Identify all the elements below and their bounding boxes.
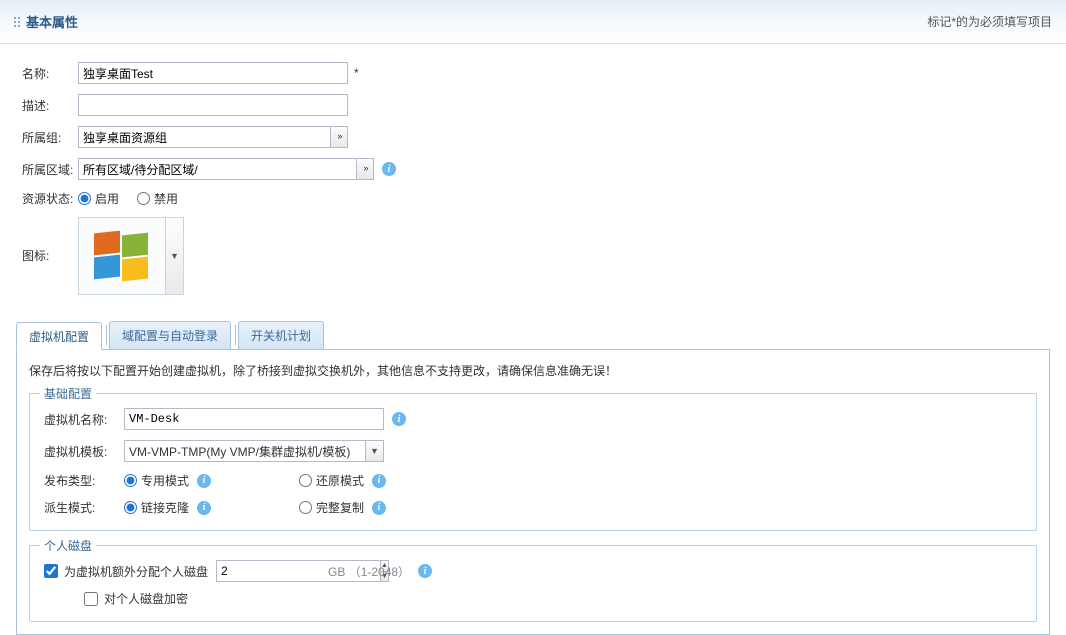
derive-mode-label: 派生模式: [44,499,124,516]
publish-type-label: 发布类型: [44,472,124,489]
tab-power-plan[interactable]: 开关机计划 [238,321,324,349]
chevron-down-icon: ▼ [365,441,383,461]
derive-linked-label: 链接克隆 [141,499,189,516]
basic-config-legend: 基础配置 [40,385,96,402]
vm-notice: 保存后将按以下配置开始创建虚拟机，除了桥接到虚拟交换机外，其他信息不支持更改，请… [29,362,1037,379]
derive-full-radio[interactable]: 完整复制 i [299,499,386,516]
tab-separator [235,325,236,345]
status-label: 资源状态: [22,190,78,207]
icon-label: 图标: [22,217,78,264]
header-left: 基本属性 [14,12,78,31]
publish-dedicated-label: 专用模式 [141,472,189,489]
area-input[interactable] [78,158,356,180]
required-note: 标记*的为必须填写项目 [927,13,1052,30]
info-icon[interactable]: i [392,412,406,426]
grip-icon [14,17,20,27]
info-icon[interactable]: i [197,501,211,515]
publish-dedicated-radio[interactable]: 专用模式 i [124,472,211,489]
vm-name-input[interactable] [124,408,384,430]
tab-vm-config[interactable]: 虚拟机配置 [16,322,102,350]
disk-encrypt-label: 对个人磁盘加密 [104,590,188,607]
info-icon[interactable]: i [372,474,386,488]
publish-restore-radio[interactable]: 还原模式 i [299,472,386,489]
derive-linked-radio[interactable]: 链接克隆 i [124,499,211,516]
desc-label: 描述: [22,97,78,114]
disk-alloc-label: 为虚拟机额外分配个人磁盘 [64,563,208,580]
name-label: 名称: [22,65,78,82]
vm-template-select[interactable]: VM-VMP-TMP(My VMP/集群虚拟机/模板) ▼ [124,440,384,462]
personal-disk-fieldset: 个人磁盘 为虚拟机额外分配个人磁盘 ▲ ▼ GB （1-2048） i 对个人磁… [29,545,1037,622]
status-disabled-label: 禁用 [154,190,178,207]
group-input[interactable] [78,126,330,148]
personal-disk-legend: 个人磁盘 [40,537,96,554]
status-disabled-radio[interactable]: 禁用 [137,190,178,207]
disk-encrypt-checkbox[interactable] [84,592,98,606]
tab-strip: 虚拟机配置 域配置与自动登录 开关机计划 [16,321,1050,350]
tab-domain-login[interactable]: 域配置与自动登录 [109,321,231,349]
group-picker-button[interactable]: » [330,126,348,148]
disk-unit-hint: GB （1-2048） [328,563,410,580]
disk-alloc-checkbox[interactable] [44,564,58,578]
derive-full-label: 完整复制 [316,499,364,516]
name-input[interactable] [78,62,348,84]
status-enabled-radio[interactable]: 启用 [78,190,119,207]
basic-config-fieldset: 基础配置 虚拟机名称: i 虚拟机模板: VM-VMP-TMP(My VMP/集… [29,393,1037,531]
panel-title: 基本属性 [26,12,78,31]
panel-header: 基本属性 标记*的为必须填写项目 [0,0,1066,44]
vm-template-label: 虚拟机模板: [44,443,124,460]
windows-icon [94,232,150,280]
desc-input[interactable] [78,94,348,116]
info-icon[interactable]: i [372,501,386,515]
info-icon[interactable]: i [197,474,211,488]
icon-dropdown-button[interactable]: ▼ [166,217,184,295]
group-label: 所属组: [22,129,78,146]
basic-form: 名称: * 描述: 所属组: » 所属区域: » i 资源状态: 启用 禁用 [0,44,1066,321]
publish-restore-label: 还原模式 [316,472,364,489]
area-label: 所属区域: [22,161,78,178]
icon-preview [78,217,166,295]
info-icon[interactable]: i [382,162,396,176]
info-icon[interactable]: i [418,564,432,578]
tab-separator [106,325,107,345]
area-picker-button[interactable]: » [356,158,374,180]
vm-name-label: 虚拟机名称: [44,411,124,428]
required-marker: * [354,66,359,80]
vm-template-value: VM-VMP-TMP(My VMP/集群虚拟机/模板) [129,443,350,460]
tab-panel-vm: 保存后将按以下配置开始创建虚拟机，除了桥接到虚拟交换机外，其他信息不支持更改，请… [16,350,1050,635]
status-enabled-label: 启用 [95,190,119,207]
